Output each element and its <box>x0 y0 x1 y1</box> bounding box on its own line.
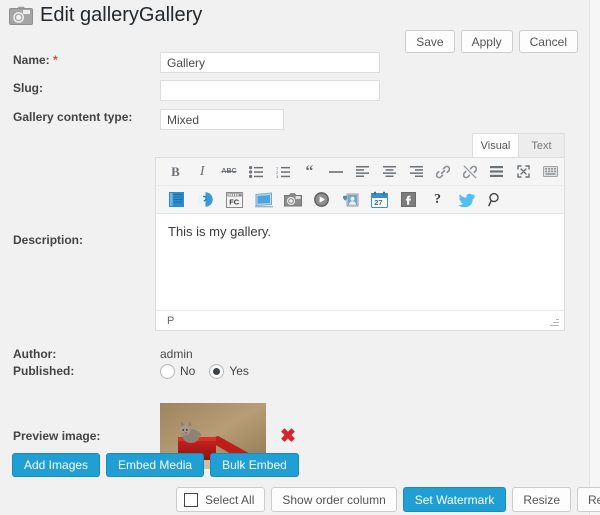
strikethrough-icon[interactable]: ABC <box>216 160 243 184</box>
published-label: Published: <box>13 364 75 378</box>
svg-text:3: 3 <box>276 174 279 178</box>
name-row: Name: * <box>0 52 589 73</box>
blockquote-icon[interactable]: “ <box>296 160 323 184</box>
italic-icon[interactable]: I <box>189 160 216 184</box>
fullscreen-icon[interactable] <box>510 160 537 184</box>
description-label: Description: <box>13 233 84 247</box>
page-right-gutter <box>589 0 600 515</box>
set-watermark-button[interactable]: Set Watermark <box>402 487 507 512</box>
select-all-checkbox[interactable] <box>184 492 198 507</box>
fc-box-icon[interactable]: FC <box>220 188 249 212</box>
align-left-icon[interactable] <box>350 160 377 184</box>
editor-status-bar: P <box>156 310 564 330</box>
unlink-icon[interactable] <box>457 160 484 184</box>
save-button[interactable]: Save <box>405 30 455 53</box>
author-value: admin <box>160 347 193 361</box>
tab-text[interactable]: Text <box>518 133 565 157</box>
blue-book-icon[interactable] <box>162 188 191 212</box>
add-images-button[interactable]: Add Images <box>12 453 101 477</box>
author-row: Author: admin <box>0 346 589 362</box>
embed-media-button[interactable]: Embed Media <box>106 453 205 477</box>
svg-text:27: 27 <box>374 198 382 207</box>
insert-more-tag-icon[interactable] <box>484 160 511 184</box>
slug-label: Slug: <box>13 81 43 95</box>
name-label-text: Name: <box>13 53 50 67</box>
editor-element-path: P <box>167 314 175 327</box>
author-label: Author: <box>13 347 57 361</box>
editor-toolbar-row-2: FC 27 ? <box>156 185 564 213</box>
search-magnifier-icon[interactable] <box>481 188 510 212</box>
facebook-icon[interactable] <box>394 188 423 212</box>
content-type-label: Gallery content type: <box>13 110 133 124</box>
page-title: Edit galleryGallery <box>40 4 203 26</box>
twitter-icon[interactable] <box>452 188 481 212</box>
gallery-form: Name: * Slug: Gallery content type: <box>0 52 589 130</box>
slug-input[interactable] <box>160 80 380 101</box>
camera-icon <box>9 5 33 26</box>
gallery-items-toolbar: Select All Show order column Set Waterma… <box>176 487 600 512</box>
published-row: Published: No Yes <box>0 363 589 379</box>
edit-gallery-page: Edit galleryGallery Save Apply Cancel Na… <box>0 0 600 515</box>
help-question-icon[interactable]: ? <box>423 188 452 212</box>
bulk-embed-button[interactable]: Bulk Embed <box>210 453 299 477</box>
camera-gallery-icon[interactable] <box>278 188 307 212</box>
description-body[interactable]: This is my gallery. <box>156 214 564 310</box>
align-right-icon[interactable] <box>403 160 430 184</box>
form-action-buttons: Save Apply Cancel <box>405 30 578 53</box>
ordered-list-icon[interactable]: 1 2 3 <box>269 160 296 184</box>
insert-link-icon[interactable] <box>430 160 457 184</box>
moon-contact-icon[interactable] <box>191 188 220 212</box>
tab-visual[interactable]: Visual <box>472 133 519 157</box>
align-center-icon[interactable] <box>376 160 403 184</box>
select-all-label: Select All <box>205 492 255 507</box>
delete-preview-image-icon[interactable]: ✖ <box>280 427 296 446</box>
recreate-thumbnails-button[interactable]: Recreate Thumbn <box>577 487 600 512</box>
cancel-button[interactable]: Cancel <box>518 30 578 53</box>
editor-toolbar-row-1: B I ABC 1 2 3 “ <box>156 158 564 185</box>
content-type-input[interactable] <box>160 109 284 130</box>
media-button-bar: Add Images Embed Media Bulk Embed <box>12 453 299 477</box>
resize-button[interactable]: Resize <box>512 487 572 512</box>
calendar-27-icon[interactable]: 27 <box>365 188 394 212</box>
published-radio-yes-label: Yes <box>229 364 249 378</box>
slideshow-icon[interactable] <box>249 188 278 212</box>
toolbar-toggle-icon[interactable] <box>537 160 564 184</box>
person-photo-icon[interactable] <box>336 188 365 212</box>
editor-mode-tabs: Visual Text <box>155 133 565 157</box>
horizontal-rule-icon[interactable] <box>323 160 350 184</box>
slug-row: Slug: <box>0 80 589 101</box>
editor-toolbar: B I ABC 1 2 3 “ FC 27 ? <box>156 158 564 214</box>
description-editor: Visual Text B I ABC 1 2 3 “ FC 27 ? This… <box>155 133 565 331</box>
play-circle-icon[interactable] <box>307 188 336 212</box>
published-radio-no-label: No <box>180 364 196 378</box>
name-label: Name: * <box>0 52 160 68</box>
preview-image-label: Preview image: <box>13 429 101 443</box>
required-marker: * <box>53 53 58 67</box>
unordered-list-icon[interactable] <box>242 160 269 184</box>
select-all-button[interactable]: Select All <box>176 487 266 512</box>
editor-resize-handle[interactable] <box>548 315 559 326</box>
page-header: Edit galleryGallery <box>0 0 589 32</box>
bold-icon[interactable]: B <box>162 160 189 184</box>
published-radio-group: No Yes <box>160 363 258 379</box>
editor-frame: B I ABC 1 2 3 “ FC 27 ? This is my galle… <box>155 157 565 331</box>
show-order-column-button[interactable]: Show order column <box>271 487 397 512</box>
content-type-row: Gallery content type: <box>0 109 589 130</box>
svg-text:FC: FC <box>229 197 240 206</box>
published-radio-yes[interactable] <box>209 363 225 379</box>
published-radio-no[interactable] <box>160 363 175 379</box>
name-input[interactable] <box>160 52 380 73</box>
apply-button[interactable]: Apply <box>460 30 513 53</box>
